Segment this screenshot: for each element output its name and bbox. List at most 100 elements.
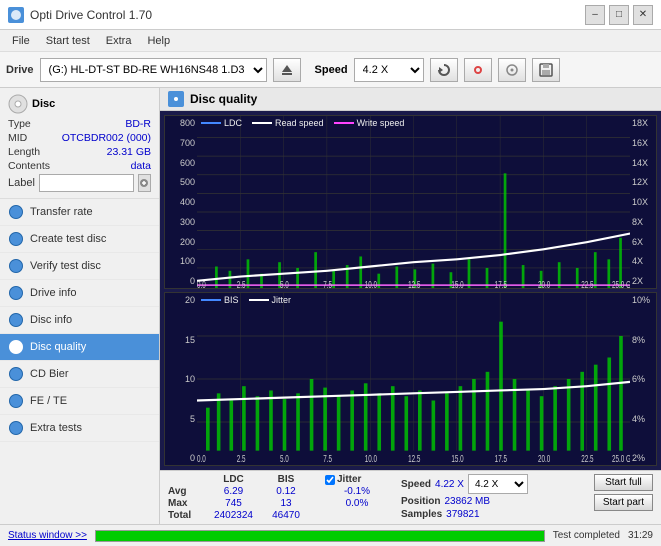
disc-mid-row: MID OTCBDR002 (000) [8, 132, 151, 144]
cd-bier-icon [8, 366, 24, 382]
main-layout: Disc Type BD-R MID OTCBDR002 (000) Lengt… [0, 88, 661, 524]
nav-disc-info-label: Disc info [30, 314, 72, 326]
close-button[interactable]: ✕ [633, 5, 653, 25]
chart-ldc-legend: LDC Read speed Write speed [201, 118, 404, 128]
status-window-button[interactable]: Status window >> [8, 530, 87, 541]
verify-test-disc-icon [8, 258, 24, 274]
disc-type-label: Type [8, 118, 31, 130]
svg-text:22.5: 22.5 [581, 453, 594, 465]
menubar: File Start test Extra Help [0, 30, 661, 52]
refresh-button[interactable] [430, 58, 458, 82]
disc-length-value: 23.31 GB [107, 146, 151, 158]
disc-button[interactable] [498, 58, 526, 82]
nav-extra-tests-label: Extra tests [30, 422, 82, 434]
charts-area: 800 700 600 500 400 300 200 100 0 LDC [160, 111, 661, 470]
speed-select[interactable]: 4.2 X [354, 58, 424, 82]
start-full-button[interactable]: Start full [594, 474, 653, 491]
statusbar: Status window >> Test completed 31:29 [0, 524, 661, 546]
svg-text:7.5: 7.5 [323, 278, 332, 288]
save-button[interactable] [532, 58, 560, 82]
sidebar-item-cd-bier[interactable]: CD Bier [0, 361, 159, 388]
maximize-button[interactable]: □ [609, 5, 629, 25]
samples-value: 379821 [446, 509, 479, 520]
sidebar-item-fe-te[interactable]: FE / TE [0, 388, 159, 415]
samples-label: Samples [401, 509, 442, 520]
svg-text:2.5: 2.5 [237, 453, 246, 465]
disc-contents-value: data [131, 160, 151, 172]
speed-label: Speed [315, 64, 348, 76]
disc-quality-header-icon [168, 91, 184, 107]
svg-text:12.5: 12.5 [408, 278, 421, 288]
sidebar-item-transfer-rate[interactable]: Transfer rate [0, 199, 159, 226]
transfer-rate-icon [8, 204, 24, 220]
sidebar-item-disc-quality[interactable]: Disc quality [0, 334, 159, 361]
svg-text:22.5: 22.5 [581, 278, 594, 288]
sidebar-item-drive-info[interactable]: Drive info [0, 280, 159, 307]
sidebar-item-create-test-disc[interactable]: Create test disc [0, 226, 159, 253]
disc-panel-header: Disc [8, 94, 151, 114]
sidebar-item-disc-info[interactable]: Disc info [0, 307, 159, 334]
position-label: Position [401, 496, 440, 507]
status-text: Test completed [553, 530, 620, 541]
sidebar-item-verify-test-disc[interactable]: Verify test disc [0, 253, 159, 280]
speed-value: 4.22 X [435, 479, 464, 490]
minimize-button[interactable]: – [585, 5, 605, 25]
svg-text:25.0 GB: 25.0 GB [612, 453, 630, 465]
sidebar-item-extra-tests[interactable]: Extra tests [0, 415, 159, 442]
chart-ldc-svg: 0.0 2.5 5.0 7.5 10.0 12.5 15.0 17.5 20.0… [197, 116, 630, 288]
svg-text:20.0: 20.0 [538, 453, 551, 465]
chart-bis-y-left: 20 15 10 5 0 [165, 293, 197, 465]
app-icon [8, 7, 24, 23]
extra-tests-icon [8, 420, 24, 436]
disc-icon [8, 94, 28, 114]
menu-file[interactable]: File [4, 33, 38, 49]
status-time: 31:29 [628, 530, 653, 541]
disc-label-input[interactable] [39, 174, 134, 192]
eject-button[interactable] [273, 58, 301, 82]
disc-length-row: Length 23.31 GB [8, 146, 151, 158]
start-buttons: Start full Start part [594, 474, 653, 511]
start-part-button[interactable]: Start part [594, 494, 653, 511]
speed-select2[interactable]: 4.2 X [468, 474, 528, 494]
chart-bis: 20 15 10 5 0 BIS Jitter [164, 292, 657, 466]
max-bis: 13 [261, 498, 311, 509]
disc-quality-header: Disc quality [160, 88, 661, 111]
window-controls: – □ ✕ [585, 5, 653, 25]
jitter-checkbox[interactable] [325, 475, 335, 485]
svg-text:7.5: 7.5 [323, 453, 332, 465]
progress-bar-fill [96, 531, 544, 541]
menu-extra[interactable]: Extra [98, 33, 140, 49]
titlebar-left: Opti Drive Control 1.70 [8, 7, 152, 23]
nav-disc-quality-label: Disc quality [30, 341, 86, 353]
jitter-label: Jitter [337, 474, 361, 485]
avg-bis: 0.12 [261, 486, 311, 497]
stats-table: LDC BIS Jitter Avg 6.29 [168, 474, 389, 521]
disc-length-label: Length [8, 146, 40, 158]
total-label: Total [168, 510, 206, 521]
nav-transfer-rate-label: Transfer rate [30, 206, 93, 218]
avg-label: Avg [168, 486, 206, 497]
titlebar: Opti Drive Control 1.70 – □ ✕ [0, 0, 661, 30]
fe-te-icon [8, 393, 24, 409]
svg-text:5.0: 5.0 [280, 453, 289, 465]
svg-text:20.0: 20.0 [538, 278, 551, 288]
ldc-header: LDC [206, 474, 261, 485]
svg-text:10.0: 10.0 [365, 278, 378, 288]
svg-text:17.5: 17.5 [495, 278, 508, 288]
drive-label: Drive [6, 64, 34, 76]
menu-start-test[interactable]: Start test [38, 33, 98, 49]
disc-panel: Disc Type BD-R MID OTCBDR002 (000) Lengt… [0, 88, 159, 199]
chart-bis-legend: BIS Jitter [201, 295, 291, 305]
disc-label-btn[interactable] [138, 174, 151, 192]
disc-quality-icon [8, 339, 24, 355]
position-value: 23862 MB [444, 496, 490, 507]
speed-info: Speed 4.22 X 4.2 X Position 23862 MB Sam… [393, 474, 590, 520]
chart-ldc: 800 700 600 500 400 300 200 100 0 LDC [164, 115, 657, 289]
nav-drive-info-label: Drive info [30, 287, 76, 299]
total-bis: 46470 [261, 510, 311, 521]
position-row: Position 23862 MB [401, 496, 590, 507]
settings-button[interactable] [464, 58, 492, 82]
menu-help[interactable]: Help [139, 33, 178, 49]
drive-select[interactable]: (G:) HL-DT-ST BD-RE WH16NS48 1.D3 [40, 58, 267, 82]
sidebar: Disc Type BD-R MID OTCBDR002 (000) Lengt… [0, 88, 160, 524]
